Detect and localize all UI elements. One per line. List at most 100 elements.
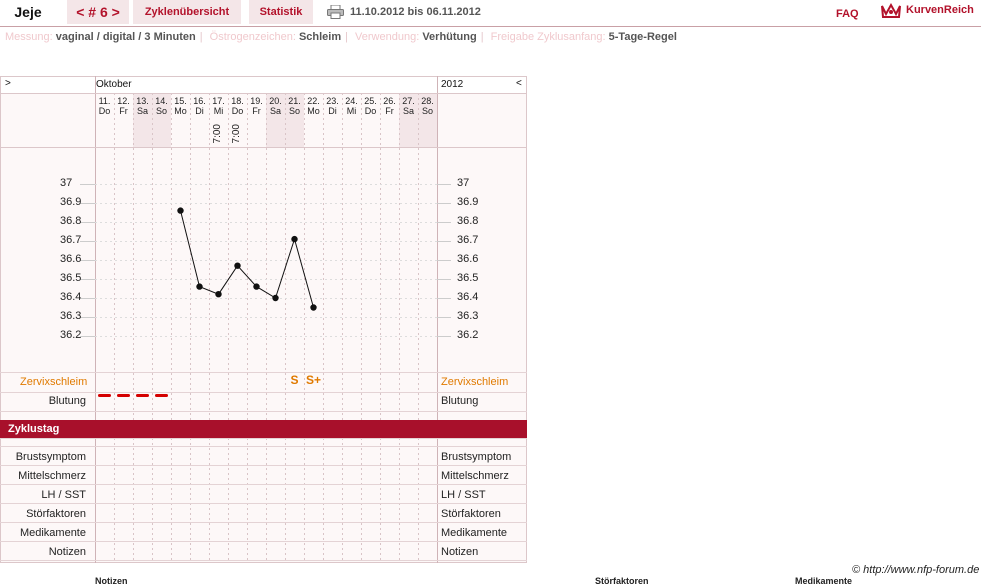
weekday-label: Fr — [119, 106, 128, 116]
date-range: 11.10.2012 bis 06.11.2012 — [350, 6, 481, 18]
weekday-label: Sa — [402, 106, 414, 116]
oestrogen-value: Schleim — [298, 31, 342, 43]
bleeding-mark — [155, 394, 168, 397]
next-arrow[interactable]: < — [516, 78, 522, 89]
row-label-disturb-left: Störfaktoren — [26, 508, 86, 520]
cycle-settings-line: Messung: vaginal / digital / 3 Minuten | … — [5, 31, 677, 43]
row-label-lh-right: LH / SST — [441, 489, 486, 501]
y-tick-label-left: 36.5 — [60, 272, 82, 284]
weekday-label: Mo — [174, 106, 187, 116]
weekday-label: Sa — [269, 106, 281, 116]
messung-value: vaginal / digital / 3 Minuten — [55, 31, 196, 43]
prev-arrow[interactable]: > — [5, 78, 11, 89]
freigabe-label: Freigabe Zyklusanfang: — [490, 31, 606, 43]
x-tick-label: 28. — [421, 96, 434, 106]
cervix-mark: S+ — [305, 373, 321, 387]
row-label-notes-left: Notizen — [48, 546, 86, 558]
temperature-point[interactable] — [234, 262, 241, 269]
x-tick-label: 21. — [288, 96, 301, 106]
bleeding-mark — [98, 394, 111, 397]
y-tick-label-right: 36.7 — [457, 234, 479, 246]
y-tick-label-right: 36.5 — [457, 272, 479, 284]
y-tick-label-right: 37 — [457, 177, 470, 189]
weekday-label: So — [421, 106, 433, 116]
faq-link[interactable]: FAQ — [836, 2, 859, 26]
temperature-point[interactable] — [272, 294, 279, 302]
row-label-bleeding-right: Blutung — [441, 395, 479, 407]
temperature-point[interactable] — [291, 235, 298, 243]
y-tick-label-left: 36.8 — [60, 215, 82, 227]
x-tick-label: 20. — [269, 96, 282, 106]
printer-icon[interactable] — [327, 5, 344, 19]
row-label-midpain-right: Mittelschmerz — [441, 470, 509, 482]
x-tick-label: 25. — [364, 96, 377, 106]
x-tick-label: 13. — [136, 96, 149, 106]
verwendung-value: Verhütung — [422, 31, 477, 43]
x-tick-label: 14. — [155, 96, 168, 106]
x-tick-label: 15. — [174, 96, 187, 106]
x-tick-label: 24. — [345, 96, 358, 106]
measure-time-label: 7:00 — [231, 124, 242, 144]
row-label-cervix-left: Zervixschleim — [20, 376, 88, 388]
row-label-breast-left: Brustsymptom — [15, 451, 86, 463]
y-tick-label-right: 36.4 — [457, 291, 479, 303]
y-tick-label-right: 36.8 — [457, 215, 479, 227]
y-tick-label-left: 36.2 — [60, 329, 82, 341]
crown-logo-icon[interactable] — [880, 2, 902, 20]
footer-meds-heading: Medikamente — [795, 576, 853, 586]
top-bar: Jeje < # 6 > Zyklenübersicht Statistik 1… — [0, 0, 981, 27]
y-tick-label-right: 36.2 — [457, 329, 479, 341]
x-tick-label: 12. — [117, 96, 130, 106]
cycle-day-bar — [0, 420, 527, 438]
user-name: Jeje — [0, 0, 56, 24]
temperature-point[interactable] — [310, 304, 317, 311]
x-tick-label: 16. — [193, 96, 206, 106]
weekday-label: Sa — [136, 106, 148, 116]
x-tick-label: 11. — [98, 96, 111, 106]
bleeding-mark — [136, 394, 149, 397]
x-tick-label: 19. — [250, 96, 263, 106]
weekday-label: Do — [364, 106, 377, 116]
y-tick-label-right: 36.6 — [457, 253, 479, 265]
footer-disturb-heading: Störfaktoren — [595, 576, 649, 586]
logo-text[interactable]: KurvenReich — [906, 4, 974, 16]
credit-text: © http://www.nfp-forum.de — [852, 564, 980, 576]
y-tick-label-left: 36.9 — [60, 196, 82, 208]
cycle-selector[interactable]: < # 6 > — [67, 0, 129, 24]
x-tick-label: 18. — [231, 96, 244, 106]
temperature-point[interactable] — [177, 207, 184, 214]
weekday-label: Do — [231, 106, 244, 116]
row-label-meds-right: Medikamente — [441, 527, 508, 539]
row-label-midpain-left: Mittelschmerz — [18, 470, 86, 482]
weekday-label: Do — [98, 106, 111, 116]
row-label-notes-right: Notizen — [441, 546, 479, 558]
tab-cycle-overview[interactable]: Zyklenübersicht — [133, 0, 241, 24]
x-tick-label: 27. — [402, 96, 415, 106]
messung-label: Messung: — [5, 31, 53, 43]
y-tick-label-left: 36.7 — [60, 234, 82, 246]
weekday-label: Di — [328, 106, 337, 116]
x-tick-label: 22. — [307, 96, 320, 106]
temperature-point[interactable] — [196, 283, 203, 290]
y-tick-label-left: 36.4 — [60, 291, 82, 303]
year-label: 2012 — [441, 79, 464, 90]
freigabe-value: 5-Tage-Regel — [608, 31, 677, 43]
weekday-label: Mo — [307, 106, 320, 116]
month-label: Oktober — [96, 79, 132, 90]
y-tick-label-left: 37 — [60, 177, 73, 189]
y-tick-label-left: 36.3 — [60, 310, 82, 322]
temperature-point[interactable] — [253, 283, 260, 290]
row-label-breast-right: Brustsymptom — [441, 451, 512, 463]
temperature-point[interactable] — [215, 291, 222, 298]
temperature-chart: > Oktober 2012 < 37 37 36.9 36.9 36.8 36.8 36.… — [0, 76, 527, 563]
tab-statistics[interactable]: Statistik — [249, 0, 313, 24]
weekday-label: Mi — [346, 106, 357, 116]
weekday-label: So — [155, 106, 167, 116]
oestrogen-label: Östrogenzeichen: — [209, 31, 296, 43]
footer-notes-heading: Notizen — [95, 576, 128, 586]
row-label-disturb-right: Störfaktoren — [441, 508, 501, 520]
verwendung-label: Verwendung: — [355, 31, 420, 43]
weekday-label: Fr — [252, 106, 261, 116]
y-tick-label-right: 36.3 — [457, 310, 479, 322]
weekday-label: Mi — [213, 106, 224, 116]
